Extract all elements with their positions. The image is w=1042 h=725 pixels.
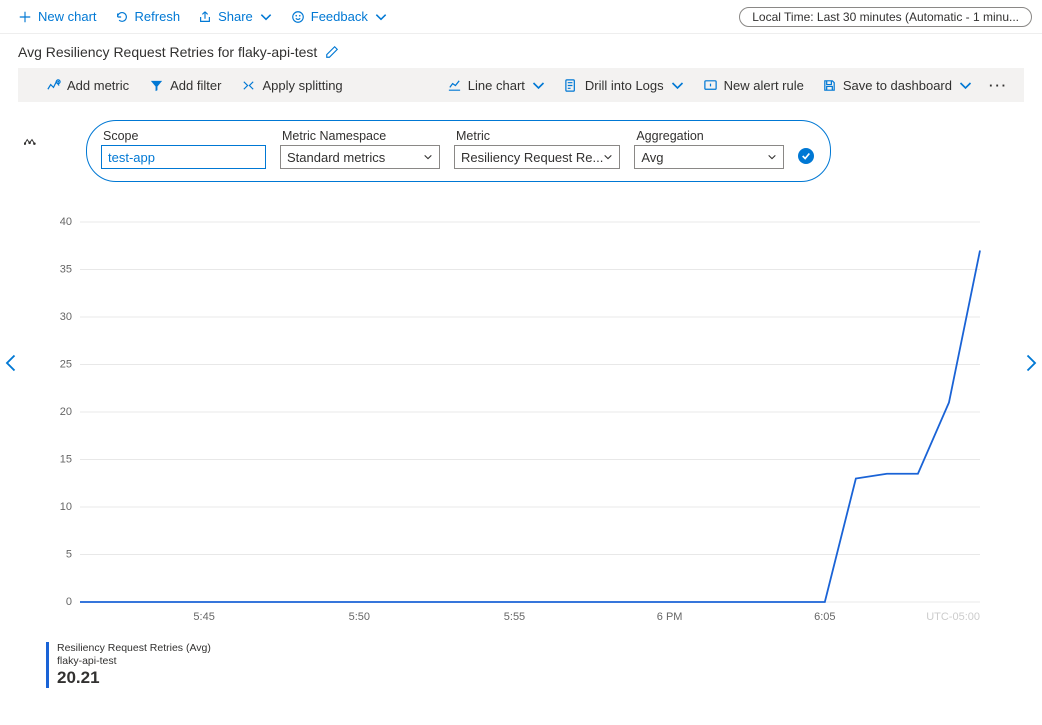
time-range-pill[interactable]: Local Time: Last 30 minutes (Automatic -… bbox=[739, 7, 1032, 27]
pencil-icon[interactable] bbox=[325, 45, 339, 59]
feedback-label: Feedback bbox=[311, 9, 368, 24]
save-icon bbox=[822, 78, 837, 93]
add-metric-label: Add metric bbox=[67, 78, 129, 93]
new-alert-button[interactable]: New alert rule bbox=[695, 74, 812, 97]
chevron-down-icon bbox=[958, 78, 973, 93]
confirm-badge[interactable] bbox=[798, 148, 814, 164]
scope-field: Scope test-app bbox=[101, 129, 266, 169]
prev-chart-arrow[interactable] bbox=[2, 353, 22, 373]
share-icon bbox=[198, 10, 212, 24]
legend-value: 20.21 bbox=[57, 668, 211, 688]
chevron-down-icon bbox=[603, 152, 613, 162]
new-chart-button[interactable]: New chart bbox=[10, 5, 105, 28]
chevron-down-icon bbox=[423, 152, 433, 162]
chart-toolbar: Add metric Add filter Apply splitting Li… bbox=[18, 68, 1024, 102]
scope-label: Scope bbox=[101, 129, 266, 143]
chevron-down-icon bbox=[670, 78, 685, 93]
apply-splitting-button[interactable]: Apply splitting bbox=[233, 74, 350, 97]
line-chart-icon bbox=[447, 78, 462, 93]
drill-logs-button[interactable]: Drill into Logs bbox=[556, 74, 693, 97]
svg-text:10: 10 bbox=[60, 501, 72, 513]
metric-value: Resiliency Request Re... bbox=[461, 150, 603, 165]
chevron-down-icon bbox=[767, 152, 777, 162]
next-chart-arrow[interactable] bbox=[1020, 353, 1040, 373]
share-label: Share bbox=[218, 9, 253, 24]
scope-select[interactable]: test-app bbox=[101, 145, 266, 169]
share-button[interactable]: Share bbox=[190, 5, 281, 28]
line-chart[interactable]: 0 5 10 15 20 25 30 35 40 5:45 5:50 5:55 6 PM 6:05 UTC-… bbox=[40, 212, 1000, 632]
metric-field: Metric Resiliency Request Re... bbox=[454, 129, 620, 169]
namespace-field: Metric Namespace Standard metrics bbox=[280, 129, 440, 169]
legend[interactable]: Resiliency Request Retries (Avg) flaky-a… bbox=[46, 642, 1042, 688]
svg-text:25: 25 bbox=[60, 359, 72, 371]
chart-type-button[interactable]: Line chart bbox=[439, 74, 554, 97]
filter-icon bbox=[149, 78, 164, 93]
chevron-down-icon bbox=[259, 10, 273, 24]
svg-text:0: 0 bbox=[66, 596, 72, 608]
chart-title: Avg Resiliency Request Retries for flaky… bbox=[18, 44, 317, 60]
refresh-label: Refresh bbox=[135, 9, 181, 24]
namespace-select[interactable]: Standard metrics bbox=[280, 145, 440, 169]
aggregation-field: Aggregation Avg bbox=[634, 129, 784, 169]
refresh-button[interactable]: Refresh bbox=[107, 5, 189, 28]
svg-text:5:45: 5:45 bbox=[193, 611, 214, 623]
aggregation-select[interactable]: Avg bbox=[634, 145, 784, 169]
apply-splitting-label: Apply splitting bbox=[262, 78, 342, 93]
chart-title-row: Avg Resiliency Request Retries for flaky… bbox=[0, 34, 1042, 68]
metric-select[interactable]: Resiliency Request Re... bbox=[454, 145, 620, 169]
new-chart-label: New chart bbox=[38, 9, 97, 24]
svg-text:UTC-05:00: UTC-05:00 bbox=[926, 611, 980, 623]
namespace-label: Metric Namespace bbox=[280, 129, 440, 143]
chevron-down-icon bbox=[531, 78, 546, 93]
smiley-icon bbox=[291, 10, 305, 24]
svg-text:35: 35 bbox=[60, 264, 72, 276]
svg-text:20: 20 bbox=[60, 406, 72, 418]
new-alert-label: New alert rule bbox=[724, 78, 804, 93]
check-icon bbox=[801, 151, 811, 161]
splitting-icon bbox=[241, 78, 256, 93]
feedback-button[interactable]: Feedback bbox=[283, 5, 396, 28]
chart-type-label: Line chart bbox=[468, 78, 525, 93]
aggregation-label: Aggregation bbox=[634, 129, 784, 143]
plus-icon bbox=[18, 10, 32, 24]
svg-text:6 PM: 6 PM bbox=[657, 611, 683, 623]
save-dashboard-label: Save to dashboard bbox=[843, 78, 952, 93]
svg-text:5:55: 5:55 bbox=[504, 611, 525, 623]
refresh-icon bbox=[115, 10, 129, 24]
svg-text:15: 15 bbox=[60, 454, 72, 466]
chart-region: 0 5 10 15 20 25 30 35 40 5:45 5:50 5:55 6 PM 6:05 UTC-… bbox=[40, 212, 1002, 632]
series-color-icon bbox=[24, 137, 40, 147]
drill-logs-label: Drill into Logs bbox=[585, 78, 664, 93]
aggregation-value: Avg bbox=[641, 150, 663, 165]
add-metric-icon bbox=[46, 78, 61, 93]
legend-line-2: flaky-api-test bbox=[57, 655, 211, 668]
scope-value: test-app bbox=[108, 150, 155, 165]
logs-icon bbox=[564, 78, 579, 93]
svg-text:5:50: 5:50 bbox=[349, 611, 370, 623]
namespace-value: Standard metrics bbox=[287, 150, 385, 165]
metric-config-pill: Scope test-app Metric Namespace Standard… bbox=[86, 120, 831, 182]
svg-text:5: 5 bbox=[66, 549, 72, 561]
add-filter-button[interactable]: Add filter bbox=[141, 74, 229, 97]
save-dashboard-button[interactable]: Save to dashboard bbox=[814, 74, 981, 97]
add-filter-label: Add filter bbox=[170, 78, 221, 93]
svg-text:6:05: 6:05 bbox=[814, 611, 835, 623]
time-range-label: Local Time: Last 30 minutes (Automatic -… bbox=[752, 10, 1019, 24]
chevron-down-icon bbox=[374, 10, 388, 24]
metric-label: Metric bbox=[454, 129, 620, 143]
svg-text:40: 40 bbox=[60, 216, 72, 228]
svg-text:30: 30 bbox=[60, 311, 72, 323]
alert-icon bbox=[703, 78, 718, 93]
add-metric-button[interactable]: Add metric bbox=[38, 74, 137, 97]
top-toolbar: New chart Refresh Share Feedback Local T… bbox=[0, 0, 1042, 34]
legend-line-1: Resiliency Request Retries (Avg) bbox=[57, 642, 211, 655]
more-menu[interactable]: ··· bbox=[983, 78, 1014, 93]
legend-color-bar bbox=[46, 642, 49, 688]
